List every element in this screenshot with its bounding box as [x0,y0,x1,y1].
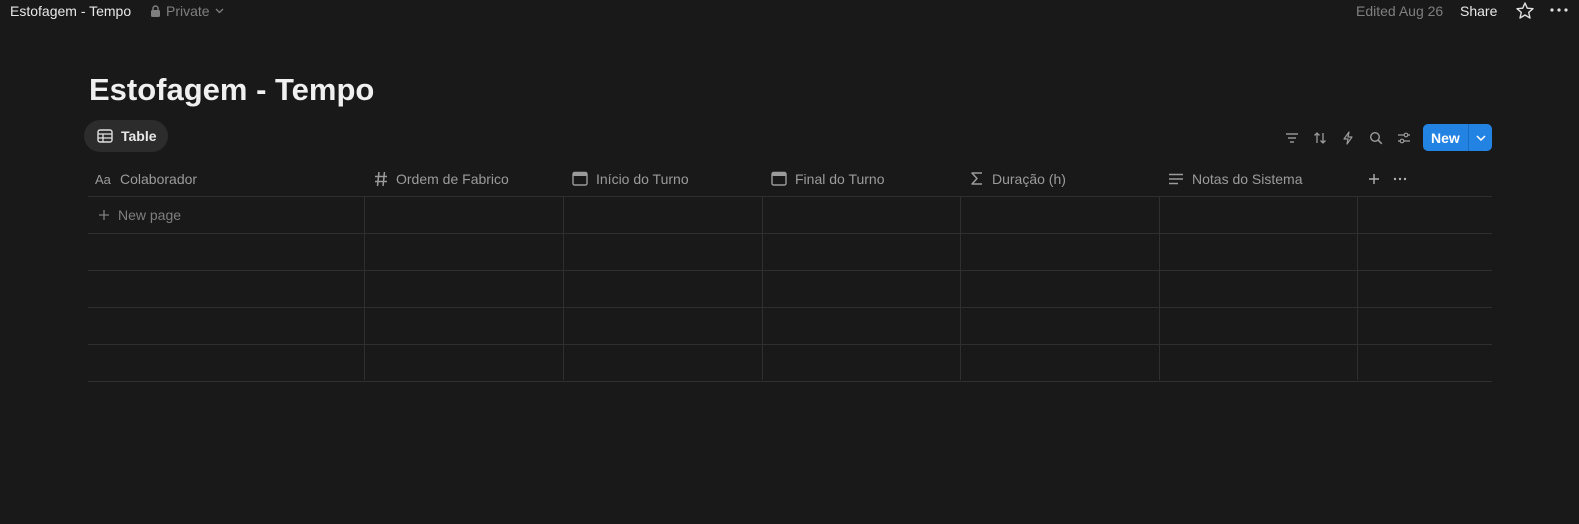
more-icon [1393,177,1407,181]
add-column-button[interactable] [1364,169,1384,189]
column-header-ordem[interactable]: Ordem de Fabrico [374,160,509,197]
column-label: Duração (h) [992,170,1066,187]
calendar-icon [771,171,787,186]
column-header-inicio[interactable]: Início do Turno [572,160,689,197]
text-lines-icon [1169,173,1183,184]
column-label: Colaborador [120,170,198,187]
column-label: Notas do Sistema [1192,170,1303,187]
chevron-down-icon [1475,134,1486,141]
breadcrumb-title[interactable]: Estofagem - Tempo [10,3,131,19]
column-header-notas[interactable]: Notas do Sistema [1168,160,1303,197]
column-options-button[interactable] [1390,169,1410,189]
new-button-label: New [1431,129,1460,146]
privacy-selector[interactable]: Private [150,3,224,19]
calendar-icon [572,171,588,186]
new-page-label: New page [118,207,182,223]
edited-timestamp: Edited Aug 26 [1356,3,1444,19]
new-button[interactable]: New [1423,124,1492,151]
more-icon[interactable] [1549,2,1569,18]
formula-icon [971,172,982,185]
sort-icon[interactable] [1310,128,1330,148]
filter-icon[interactable] [1282,128,1302,148]
new-page-button[interactable]: New page [98,197,181,233]
top-bar: Estofagem - Tempo Private Edited Aug 26 … [0,0,1579,22]
automation-icon[interactable] [1338,128,1358,148]
settings-icon[interactable] [1394,128,1414,148]
table-row [88,345,1492,382]
column-label: Ordem de Fabrico [396,170,509,187]
chevron-down-icon [215,8,224,14]
share-button[interactable]: Share [1460,3,1497,19]
column-header-colaborador[interactable]: Aa Colaborador [95,160,197,197]
view-toolbar [0,128,1579,148]
plus-icon [99,210,109,220]
column-header-duracao[interactable]: Duração (h) [970,160,1066,197]
table-row [88,234,1492,271]
column-label: Final do Turno [795,170,885,187]
table-header: Aa Colaborador Ordem de Fabrico Início d… [88,160,1492,197]
database-table: Aa Colaborador Ordem de Fabrico Início d… [88,160,1492,382]
star-icon[interactable] [1515,1,1535,21]
svg-text:Aa: Aa [95,173,112,185]
new-page-row[interactable]: New page [88,197,1492,234]
column-header-final[interactable]: Final do Turno [771,160,885,197]
text-icon: Aa [95,173,112,185]
search-icon[interactable] [1366,128,1386,148]
table-row [88,271,1492,308]
column-label: Início do Turno [596,170,689,187]
page-title[interactable]: Estofagem - Tempo [89,72,374,108]
lock-icon [151,5,160,17]
table-row [88,308,1492,345]
new-dropdown-button[interactable] [1469,134,1492,141]
privacy-label: Private [166,3,210,19]
plus-icon [1369,174,1379,184]
number-icon [375,171,387,186]
